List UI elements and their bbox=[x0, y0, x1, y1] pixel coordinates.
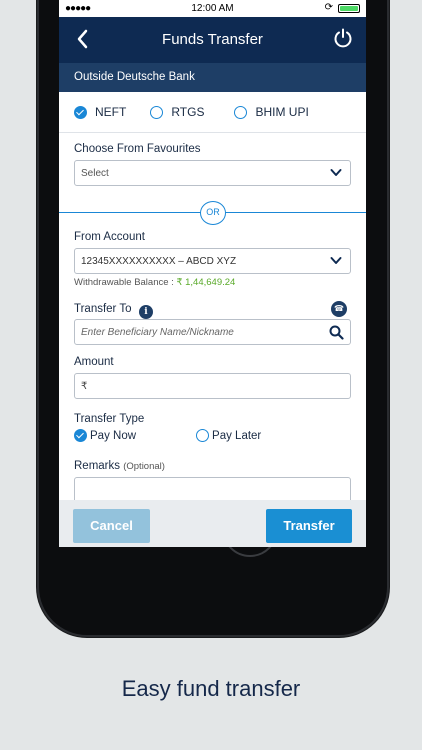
radio-checked-icon bbox=[74, 105, 87, 119]
remarks-optional: (Optional) bbox=[123, 461, 165, 472]
tab-neft[interactable]: NEFT bbox=[74, 105, 126, 119]
amount-label: Amount bbox=[74, 356, 114, 368]
tab-label: NEFT bbox=[95, 105, 127, 119]
radio-unchecked-icon bbox=[234, 105, 248, 119]
option-label: Pay Now bbox=[90, 429, 137, 442]
chevron-down-icon bbox=[330, 257, 342, 264]
tab-label: RTGS bbox=[171, 105, 205, 119]
from-account-label: From Account bbox=[74, 231, 145, 243]
marketing-caption: Easy fund transfer bbox=[121, 676, 301, 701]
amount-input[interactable]: ₹ bbox=[74, 373, 351, 399]
balance-label: Withdrawable Balance : bbox=[74, 277, 174, 288]
favourites-value: Select bbox=[81, 168, 109, 179]
cancel-button[interactable]: Cancel bbox=[73, 509, 150, 543]
search-icon[interactable] bbox=[329, 325, 344, 340]
action-bar: Cancel Transfer bbox=[59, 500, 366, 547]
beneficiary-placeholder: Enter Beneficiary Name/Nickname bbox=[81, 327, 234, 338]
radio-checked-icon bbox=[74, 429, 87, 442]
radio-unchecked-icon bbox=[150, 105, 164, 119]
balance-amount: ₹ 1,44,649.24 bbox=[176, 277, 236, 288]
app-screen: ●●●●● 12:00 AM ⟳ Funds Transfer Outside … bbox=[59, 0, 366, 547]
transfer-mode-tabs: NEFT RTGS BHIM UPI bbox=[59, 92, 366, 133]
power-icon[interactable] bbox=[332, 27, 354, 49]
tab-rtgs[interactable]: RTGS bbox=[150, 105, 204, 119]
tab-label: BHIM UPI bbox=[255, 105, 309, 119]
radio-unchecked-icon bbox=[196, 429, 210, 442]
status-bar: ●●●●● 12:00 AM ⟳ bbox=[59, 0, 366, 17]
from-account-value: 12345XXXXXXXXXX – ABCD XYZ bbox=[81, 256, 237, 267]
currency-symbol: ₹ bbox=[81, 381, 88, 392]
transfer-type-label: Transfer Type bbox=[74, 413, 145, 425]
battery-icon bbox=[338, 4, 360, 13]
page-title: Funds Transfer bbox=[162, 31, 263, 48]
app-header: Funds Transfer bbox=[59, 17, 366, 63]
remarks-label: Remarks (Optional) bbox=[74, 460, 351, 472]
pay-later-option[interactable]: Pay Later bbox=[196, 429, 261, 442]
chevron-down-icon bbox=[330, 169, 342, 176]
info-icon[interactable]: i bbox=[138, 305, 153, 319]
transfer-to-label: Transfer To bbox=[74, 303, 132, 315]
contacts-icon[interactable]: ☎ bbox=[331, 301, 347, 317]
option-label: Pay Later bbox=[212, 429, 262, 442]
beneficiary-search-input[interactable]: Enter Beneficiary Name/Nickname bbox=[74, 319, 351, 345]
transfer-form: Choose From Favourites Select OR From Ac… bbox=[59, 143, 366, 503]
or-divider: OR bbox=[59, 201, 366, 225]
status-time: 12:00 AM bbox=[191, 3, 234, 14]
transfer-button[interactable]: Transfer bbox=[266, 509, 352, 543]
or-badge: OR bbox=[200, 201, 226, 225]
rotation-lock-icon: ⟳ bbox=[324, 2, 333, 13]
favourites-select[interactable]: Select bbox=[74, 160, 351, 186]
pay-now-option[interactable]: Pay Now bbox=[74, 429, 136, 442]
favourites-label: Choose From Favourites bbox=[74, 143, 201, 155]
withdrawable-balance: Withdrawable Balance : ₹ 1,44,649.24 bbox=[74, 277, 351, 288]
from-account-select[interactable]: 12345XXXXXXXXXX – ABCD XYZ bbox=[74, 248, 351, 274]
transfer-category: Outside Deutsche Bank bbox=[59, 63, 366, 92]
transfer-to-header: Transfer To i ☎ bbox=[74, 299, 351, 319]
tab-bhim-upi[interactable]: BHIM UPI bbox=[234, 105, 309, 119]
remarks-title: Remarks bbox=[74, 460, 121, 472]
transfer-type-options: Pay Now Pay Later bbox=[74, 429, 351, 442]
